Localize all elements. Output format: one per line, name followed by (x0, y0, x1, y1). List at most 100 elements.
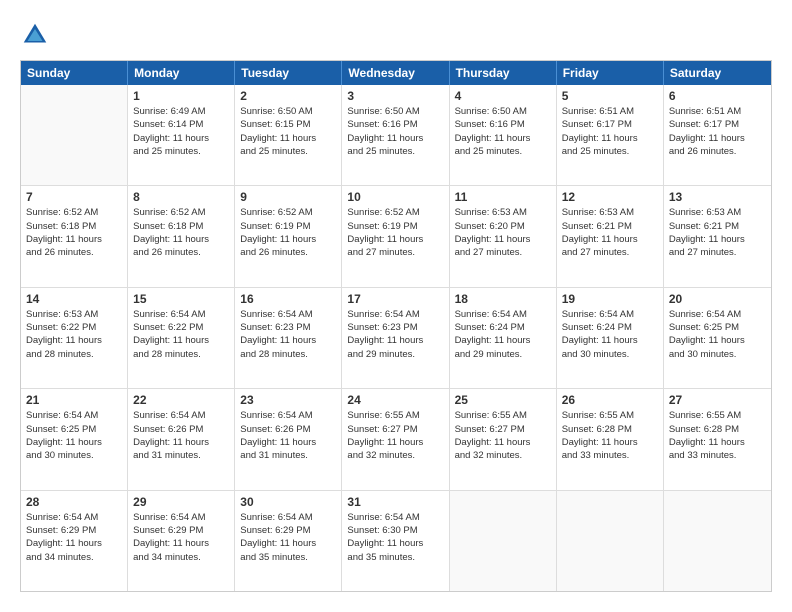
calendar-cell: 13Sunrise: 6:53 AMSunset: 6:21 PMDayligh… (664, 186, 771, 286)
daylight-text: Daylight: 11 hours (240, 334, 336, 347)
logo (20, 20, 54, 50)
daylight-text: Daylight: 11 hours (562, 233, 658, 246)
calendar-row: 21Sunrise: 6:54 AMSunset: 6:25 PMDayligh… (21, 389, 771, 490)
minutes-text: and 25 minutes. (133, 145, 229, 158)
daylight-text: Daylight: 11 hours (669, 132, 766, 145)
sunrise-text: Sunrise: 6:54 AM (347, 308, 443, 321)
daylight-text: Daylight: 11 hours (347, 233, 443, 246)
day-number: 9 (240, 190, 336, 204)
sunset-text: Sunset: 6:18 PM (133, 220, 229, 233)
minutes-text: and 27 minutes. (347, 246, 443, 259)
daylight-text: Daylight: 11 hours (26, 537, 122, 550)
calendar-header: SundayMondayTuesdayWednesdayThursdayFrid… (21, 61, 771, 85)
day-number: 15 (133, 292, 229, 306)
daylight-text: Daylight: 11 hours (455, 436, 551, 449)
header (20, 20, 772, 50)
minutes-text: and 27 minutes. (669, 246, 766, 259)
sunset-text: Sunset: 6:21 PM (669, 220, 766, 233)
minutes-text: and 25 minutes. (347, 145, 443, 158)
sunrise-text: Sunrise: 6:54 AM (240, 308, 336, 321)
day-number: 25 (455, 393, 551, 407)
calendar-cell: 10Sunrise: 6:52 AMSunset: 6:19 PMDayligh… (342, 186, 449, 286)
minutes-text: and 32 minutes. (347, 449, 443, 462)
day-number: 23 (240, 393, 336, 407)
sunset-text: Sunset: 6:15 PM (240, 118, 336, 131)
minutes-text: and 31 minutes. (133, 449, 229, 462)
minutes-text: and 29 minutes. (455, 348, 551, 361)
sunset-text: Sunset: 6:24 PM (455, 321, 551, 334)
calendar-cell: 15Sunrise: 6:54 AMSunset: 6:22 PMDayligh… (128, 288, 235, 388)
minutes-text: and 28 minutes. (133, 348, 229, 361)
day-number: 18 (455, 292, 551, 306)
minutes-text: and 33 minutes. (669, 449, 766, 462)
minutes-text: and 28 minutes. (26, 348, 122, 361)
calendar-row: 7Sunrise: 6:52 AMSunset: 6:18 PMDaylight… (21, 186, 771, 287)
sunrise-text: Sunrise: 6:53 AM (26, 308, 122, 321)
sunset-text: Sunset: 6:17 PM (669, 118, 766, 131)
header-day: Tuesday (235, 61, 342, 85)
daylight-text: Daylight: 11 hours (347, 334, 443, 347)
minutes-text: and 25 minutes. (455, 145, 551, 158)
header-day: Saturday (664, 61, 771, 85)
sunset-text: Sunset: 6:28 PM (562, 423, 658, 436)
day-number: 31 (347, 495, 443, 509)
calendar-cell (21, 85, 128, 185)
daylight-text: Daylight: 11 hours (240, 233, 336, 246)
calendar-cell (664, 491, 771, 591)
sunset-text: Sunset: 6:14 PM (133, 118, 229, 131)
minutes-text: and 30 minutes. (26, 449, 122, 462)
calendar: SundayMondayTuesdayWednesdayThursdayFrid… (20, 60, 772, 592)
day-number: 2 (240, 89, 336, 103)
sunrise-text: Sunrise: 6:53 AM (669, 206, 766, 219)
calendar-cell: 9Sunrise: 6:52 AMSunset: 6:19 PMDaylight… (235, 186, 342, 286)
sunrise-text: Sunrise: 6:51 AM (669, 105, 766, 118)
calendar-cell: 24Sunrise: 6:55 AMSunset: 6:27 PMDayligh… (342, 389, 449, 489)
sunset-text: Sunset: 6:17 PM (562, 118, 658, 131)
sunrise-text: Sunrise: 6:55 AM (347, 409, 443, 422)
day-number: 27 (669, 393, 766, 407)
sunrise-text: Sunrise: 6:55 AM (455, 409, 551, 422)
header-day: Wednesday (342, 61, 449, 85)
header-day: Thursday (450, 61, 557, 85)
calendar-cell: 21Sunrise: 6:54 AMSunset: 6:25 PMDayligh… (21, 389, 128, 489)
day-number: 11 (455, 190, 551, 204)
sunset-text: Sunset: 6:29 PM (26, 524, 122, 537)
daylight-text: Daylight: 11 hours (133, 436, 229, 449)
minutes-text: and 27 minutes. (562, 246, 658, 259)
minutes-text: and 35 minutes. (240, 551, 336, 564)
daylight-text: Daylight: 11 hours (669, 436, 766, 449)
sunrise-text: Sunrise: 6:52 AM (347, 206, 443, 219)
day-number: 14 (26, 292, 122, 306)
daylight-text: Daylight: 11 hours (133, 334, 229, 347)
sunset-text: Sunset: 6:29 PM (240, 524, 336, 537)
sunset-text: Sunset: 6:23 PM (240, 321, 336, 334)
daylight-text: Daylight: 11 hours (347, 537, 443, 550)
day-number: 28 (26, 495, 122, 509)
minutes-text: and 26 minutes. (669, 145, 766, 158)
sunrise-text: Sunrise: 6:51 AM (562, 105, 658, 118)
calendar-cell: 3Sunrise: 6:50 AMSunset: 6:16 PMDaylight… (342, 85, 449, 185)
sunset-text: Sunset: 6:27 PM (347, 423, 443, 436)
calendar-row: 28Sunrise: 6:54 AMSunset: 6:29 PMDayligh… (21, 491, 771, 591)
minutes-text: and 28 minutes. (240, 348, 336, 361)
calendar-cell: 12Sunrise: 6:53 AMSunset: 6:21 PMDayligh… (557, 186, 664, 286)
sunset-text: Sunset: 6:19 PM (240, 220, 336, 233)
calendar-cell: 18Sunrise: 6:54 AMSunset: 6:24 PMDayligh… (450, 288, 557, 388)
minutes-text: and 35 minutes. (347, 551, 443, 564)
daylight-text: Daylight: 11 hours (455, 334, 551, 347)
day-number: 1 (133, 89, 229, 103)
minutes-text: and 25 minutes. (240, 145, 336, 158)
day-number: 6 (669, 89, 766, 103)
sunset-text: Sunset: 6:16 PM (455, 118, 551, 131)
calendar-cell: 2Sunrise: 6:50 AMSunset: 6:15 PMDaylight… (235, 85, 342, 185)
calendar-cell (450, 491, 557, 591)
daylight-text: Daylight: 11 hours (133, 132, 229, 145)
minutes-text: and 32 minutes. (455, 449, 551, 462)
sunrise-text: Sunrise: 6:50 AM (240, 105, 336, 118)
sunrise-text: Sunrise: 6:55 AM (669, 409, 766, 422)
day-number: 21 (26, 393, 122, 407)
sunset-text: Sunset: 6:21 PM (562, 220, 658, 233)
sunset-text: Sunset: 6:22 PM (26, 321, 122, 334)
minutes-text: and 34 minutes. (26, 551, 122, 564)
calendar-cell: 14Sunrise: 6:53 AMSunset: 6:22 PMDayligh… (21, 288, 128, 388)
